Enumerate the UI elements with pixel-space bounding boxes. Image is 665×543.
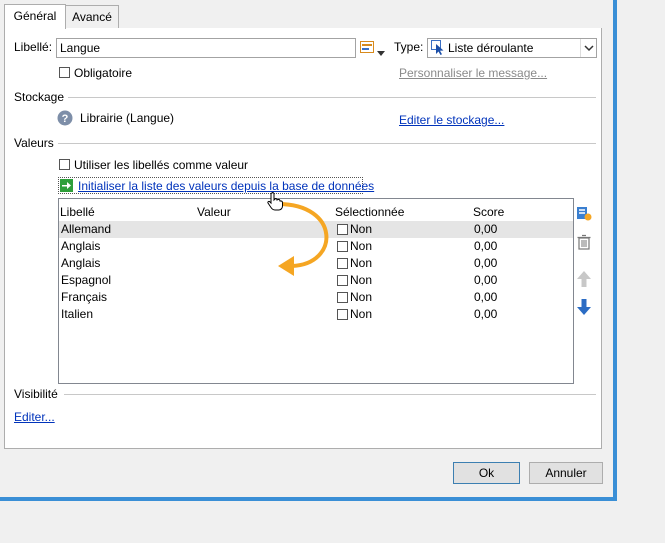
cell-score: 0,00 (474, 256, 498, 270)
visibilite-heading: Visibilité (14, 387, 58, 401)
col-header-valeur[interactable]: Valeur (197, 205, 231, 221)
cell-selection: Non (350, 222, 373, 236)
cell-selection: Non (350, 273, 373, 287)
edit-visibility-link[interactable]: Editer... (14, 410, 55, 424)
cell-libelle: Italien (61, 307, 94, 321)
move-up-icon[interactable] (576, 270, 592, 288)
move-down-icon[interactable] (576, 298, 592, 316)
cursor-select-icon (431, 40, 445, 55)
add-item-icon[interactable] (576, 205, 592, 221)
ok-button-label: Ok (478, 466, 495, 480)
stockage-heading: Stockage (14, 90, 65, 104)
cell-score: 0,00 (474, 222, 498, 236)
col-header-libelle[interactable]: Libellé (60, 205, 95, 221)
cell-selection: Non (350, 290, 373, 304)
cell-libelle: Anglais (61, 256, 101, 270)
use-labels-label: Utiliser les libellés comme valeur (74, 158, 249, 172)
cell-libelle: Anglais (61, 239, 101, 253)
import-arrow-icon (60, 179, 73, 192)
tab-avance-label: Avancé (72, 10, 112, 24)
cell-score: 0,00 (474, 273, 498, 287)
libelle-input[interactable]: Langue (56, 38, 356, 58)
storage-value: Librairie (Langue) (80, 111, 175, 125)
valeurs-heading: Valeurs (14, 136, 54, 150)
obligatoire-label: Obligatoire (74, 66, 133, 80)
background-area (0, 501, 665, 543)
dropdown-arrow-icon[interactable] (580, 39, 597, 57)
trash-icon[interactable] (576, 234, 592, 250)
use-labels-checkbox[interactable] (59, 159, 70, 170)
help-icon: ? (57, 110, 73, 126)
tab-avance[interactable]: Avancé (65, 5, 119, 28)
row-selection-checkbox[interactable] (337, 292, 348, 303)
col-header-selectionnee[interactable]: Sélectionnée (335, 205, 404, 221)
cell-selection: Non (350, 256, 373, 270)
cell-score: 0,00 (474, 290, 498, 304)
cell-score: 0,00 (474, 239, 498, 253)
cancel-button-label: Annuler (545, 466, 587, 480)
cell-libelle: Allemand (61, 222, 112, 236)
edit-storage-link[interactable]: Editer le stockage... (399, 113, 504, 127)
tab-general[interactable]: Général (4, 4, 66, 29)
type-select[interactable]: Liste déroulante (427, 38, 597, 58)
obligatoire-checkbox[interactable] (59, 67, 70, 78)
cancel-button[interactable]: Annuler (529, 462, 603, 484)
cell-libelle: Français (61, 290, 108, 304)
init-values-link[interactable]: Initialiser la liste des valeurs depuis … (78, 179, 374, 193)
cell-libelle: Espagnol (61, 273, 112, 287)
visibilite-divider (64, 394, 596, 395)
translate-icon[interactable] (360, 40, 374, 54)
hand-cursor-icon (267, 192, 283, 211)
cell-score: 0,00 (474, 307, 498, 321)
ok-button[interactable]: Ok (453, 462, 520, 484)
col-header-score[interactable]: Score (473, 205, 504, 221)
svg-text:?: ? (62, 113, 69, 125)
cell-selection: Non (350, 307, 373, 321)
stockage-divider (68, 97, 596, 98)
libelle-label: Libellé: (14, 40, 53, 54)
personnaliser-message-link[interactable]: Personnaliser le message... (399, 66, 547, 80)
row-selection-checkbox[interactable] (337, 309, 348, 320)
cell-selection: Non (350, 239, 373, 253)
valeurs-divider (58, 143, 596, 144)
tab-general-label: Général (13, 9, 57, 23)
chevron-down-icon[interactable] (377, 45, 385, 56)
type-label: Type: (394, 40, 424, 54)
